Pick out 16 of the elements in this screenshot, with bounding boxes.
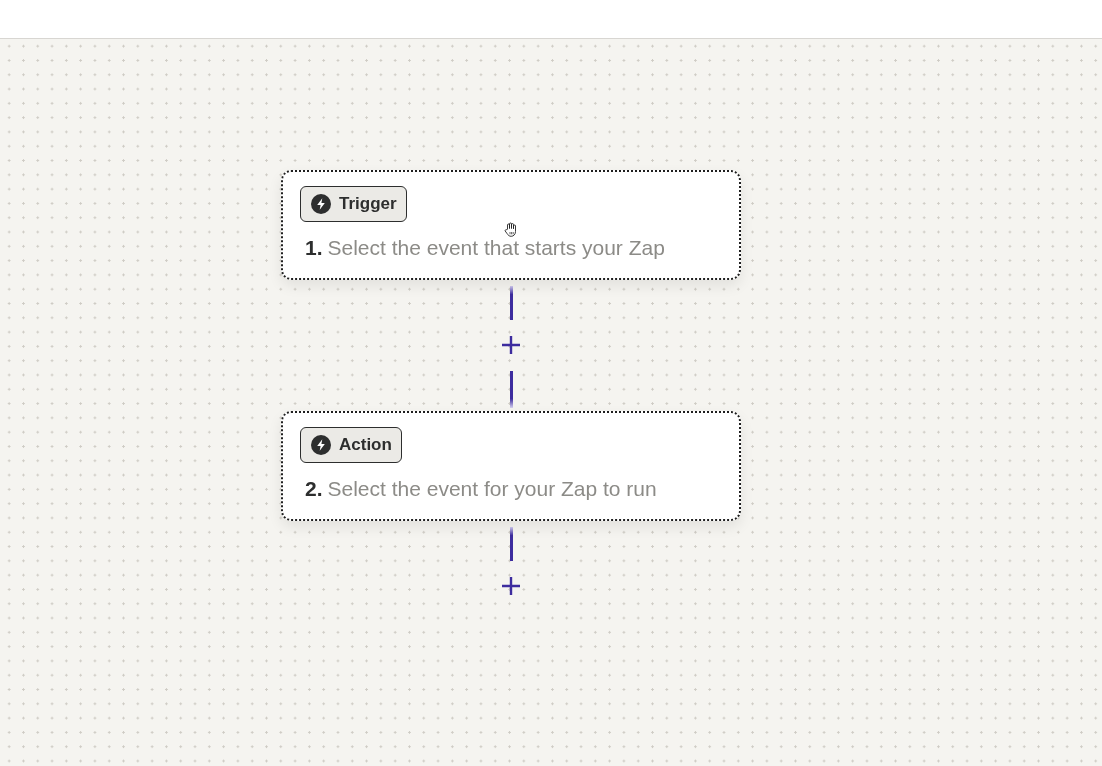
step-number: 1. [305,236,323,259]
step-number: 2. [305,477,323,500]
step-prompt: Select the event for your Zap to run [327,477,657,500]
step-type-label: Trigger [339,193,397,216]
step-card[interactable]: Trigger 1. Select the event that starts your Zap [281,170,741,280]
step-type-label: Action [339,434,392,457]
bolt-icon [311,194,331,214]
connector-line [509,286,513,320]
bolt-icon [311,435,331,455]
connector-line [509,371,513,408]
plus-icon[interactable] [501,576,521,596]
hand-cursor-icon [504,222,518,237]
connector-line [509,527,513,561]
step-prompt: Select the event that starts your Zap [327,236,665,259]
step-card[interactable]: Action 2. Select the event for your Zap to run [281,411,741,521]
plus-icon[interactable] [501,335,521,355]
